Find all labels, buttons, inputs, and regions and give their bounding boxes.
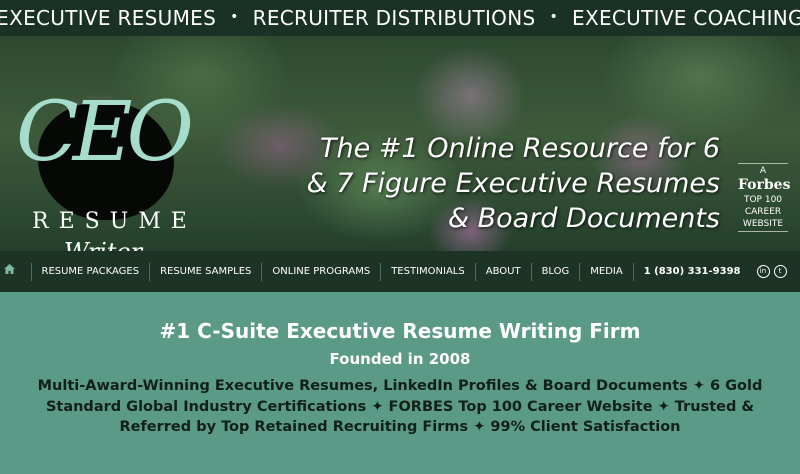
twitter-icon[interactable]: t: [773, 265, 787, 278]
social-links: in t: [751, 265, 797, 278]
nav-testimonials[interactable]: TESTIMONIALS: [380, 262, 475, 281]
hero-banner: CEO RESUME Writer The #1 Online Resource…: [0, 36, 800, 251]
nav-about[interactable]: ABOUT: [474, 262, 531, 281]
forbes-badge: A Forbes TOP 100 CAREER WEBSITE: [738, 163, 791, 232]
nav-online-programs[interactable]: ONLINE PROGRAMS: [261, 262, 380, 281]
nav-resume-packages[interactable]: RESUME PACKAGES: [30, 262, 150, 281]
nav-resume-samples[interactable]: RESUME SAMPLES: [149, 262, 261, 281]
logo-resume: RESUME: [32, 209, 197, 234]
site-logo[interactable]: CEO RESUME Writer: [14, 66, 194, 252]
forbes-badge-top100: TOP 100: [743, 195, 783, 205]
forbes-badge-website: WEBSITE: [742, 219, 784, 229]
forbes-badge-a: A: [759, 166, 767, 176]
page-title: #1 C-Suite Executive Resume Writing Firm: [159, 319, 641, 343]
hero-headline: The #1 Online Resource for 6 & 7 Figure …: [306, 133, 720, 234]
forbes-logo: Forbes: [738, 177, 791, 193]
tagline-executive-resumes[interactable]: EXECUTIVE RESUMES: [0, 6, 216, 30]
tagline-executive-coaching[interactable]: EXECUTIVE COACHING: [572, 6, 800, 30]
linkedin-icon[interactable]: in: [756, 265, 770, 278]
nav-phone-link[interactable]: 1 (830) 331-9398: [632, 262, 751, 281]
top-tagline-bar: EXECUTIVE RESUMES • RECRUITER DISTRIBUTI…: [0, 0, 800, 36]
main-nav: RESUME PACKAGES RESUME SAMPLES ONLINE PR…: [0, 251, 800, 292]
forbes-badge-career: CAREER: [744, 207, 782, 217]
nav-media[interactable]: MEDIA: [579, 262, 632, 281]
tagline-separator: •: [230, 9, 239, 25]
tagline-separator: •: [549, 9, 559, 25]
credentials-text: Multi-Award-Winning Executive Resumes, L…: [37, 378, 763, 435]
tagline-recruiter-distributions[interactable]: RECRUITER DISTRIBUTIONS: [253, 6, 536, 30]
founded-text: Founded in 2008: [329, 350, 471, 368]
logo-writer: Writer: [64, 238, 142, 251]
intro-section: #1 C-Suite Executive Resume Writing Firm…: [0, 292, 800, 474]
home-icon[interactable]: [3, 263, 31, 281]
logo-ceo: CEO: [16, 85, 194, 180]
nav-blog[interactable]: BLOG: [530, 262, 580, 281]
